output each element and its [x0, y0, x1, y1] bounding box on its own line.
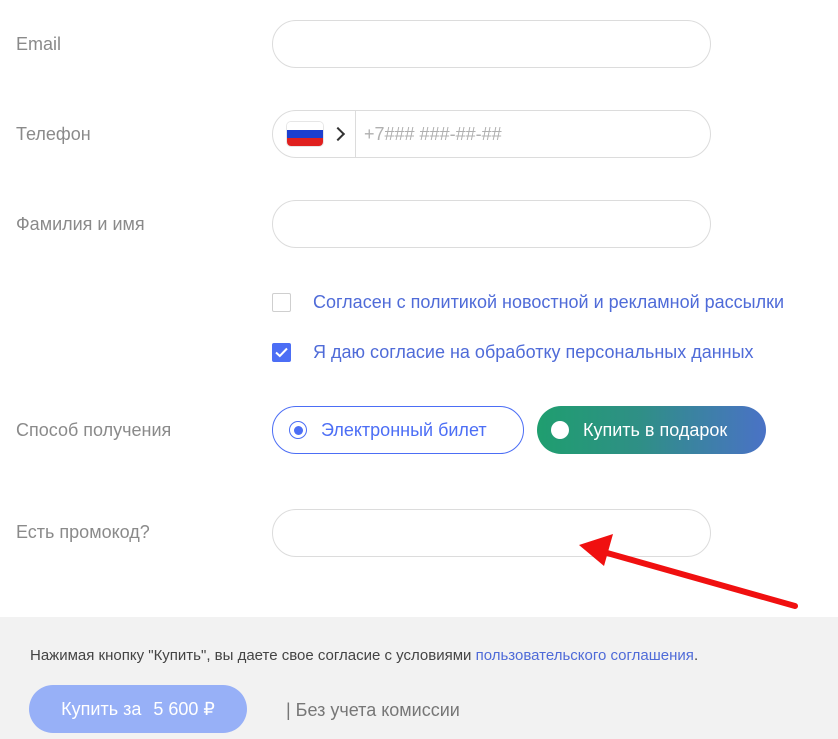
russia-flag-icon: [287, 122, 323, 146]
email-label: Email: [16, 34, 62, 54]
promo-label: Есть промокод?: [16, 522, 150, 542]
phone-field-wrapper: [272, 110, 711, 158]
name-field[interactable]: [273, 201, 710, 247]
terms-notice: Нажимая кнопку "Купить", вы даете свое с…: [30, 647, 698, 664]
phone-field[interactable]: [356, 111, 710, 157]
promo-field-wrapper: [272, 509, 711, 557]
email-field-wrapper: [272, 20, 711, 68]
country-selector[interactable]: [273, 111, 356, 157]
buy-button-price: 5 600 ₽: [153, 698, 215, 719]
buy-button[interactable]: Купить за 5 600 ₽: [29, 685, 247, 733]
checkout-footer: Нажимая кнопку "Купить", вы даете свое с…: [0, 617, 838, 739]
buy-button-label: Купить за: [61, 698, 142, 719]
terms-suffix: .: [693, 647, 699, 664]
personal-data-checkbox[interactable]: [272, 343, 291, 362]
e-ticket-option[interactable]: Электронный билет: [272, 406, 524, 454]
newsletter-consent[interactable]: Согласен с политикой новостной и рекламн…: [272, 292, 784, 313]
e-ticket-label: Электронный билет: [321, 419, 487, 440]
promo-field[interactable]: [273, 510, 710, 556]
radio-selected-icon: [289, 421, 307, 439]
chevron-right-icon: [330, 126, 346, 142]
terms-prefix: Нажимая кнопку "Купить", вы даете свое с…: [30, 647, 476, 664]
gift-label: Купить в подарок: [583, 419, 728, 440]
email-field[interactable]: [273, 21, 710, 67]
name-field-wrapper: [272, 200, 711, 248]
user-agreement-link[interactable]: пользовательского соглашения: [476, 647, 694, 664]
radio-unselected-icon: [551, 421, 569, 439]
name-label: Фамилия и имя: [16, 214, 145, 234]
personal-data-consent-text[interactable]: Я даю согласие на обработку персональных…: [313, 342, 754, 363]
newsletter-checkbox[interactable]: [272, 293, 291, 312]
commission-note: | Без учета комиссии: [286, 700, 460, 720]
personal-data-consent[interactable]: Я даю согласие на обработку персональных…: [272, 342, 754, 363]
checkmark-icon: [275, 347, 288, 358]
phone-label: Телефон: [16, 124, 91, 144]
delivery-label: Способ получения: [16, 420, 172, 440]
newsletter-consent-text[interactable]: Согласен с политикой новостной и рекламн…: [313, 292, 784, 313]
gift-option[interactable]: Купить в подарок: [537, 406, 766, 454]
